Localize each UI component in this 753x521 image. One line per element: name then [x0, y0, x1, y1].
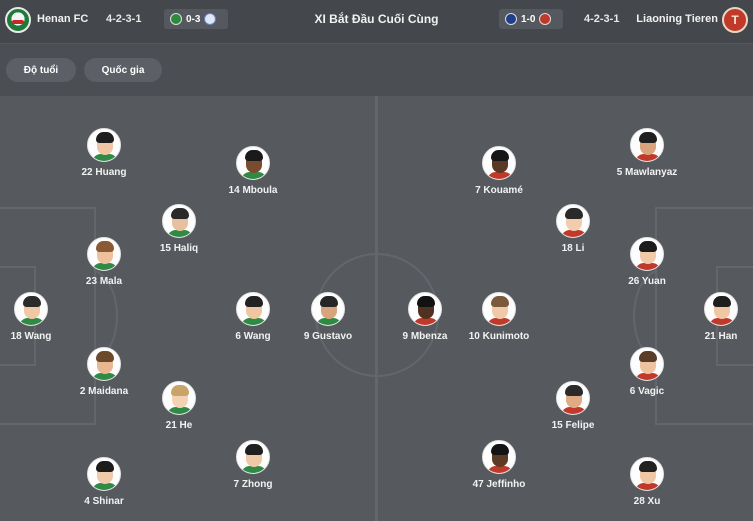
away-player[interactable]: 18 Li — [523, 204, 623, 254]
player-name: 47 Jeffinho — [472, 479, 526, 490]
player-photo-icon — [162, 204, 196, 238]
home-player[interactable]: 22 Huang — [54, 128, 154, 178]
away-player[interactable]: 21 Han — [671, 292, 753, 342]
player-photo-icon — [87, 128, 121, 162]
away-player[interactable]: 28 Xu — [597, 457, 697, 507]
player-photo-icon — [630, 347, 664, 381]
away-player[interactable]: 5 Mawlanyaz — [597, 128, 697, 178]
player-photo-icon — [408, 292, 442, 326]
player-photo-icon — [556, 381, 590, 415]
liaoning-logo-icon[interactable]: T — [722, 7, 748, 33]
player-photo-icon — [482, 146, 516, 180]
player-name: 9 Gustavo — [303, 331, 353, 342]
home-player[interactable]: 14 Mboula — [203, 146, 303, 196]
player-photo-icon — [630, 237, 664, 271]
away-player[interactable]: 15 Felipe — [523, 381, 623, 431]
home-player[interactable]: 18 Wang — [0, 292, 81, 342]
player-name: 18 Wang — [10, 331, 52, 342]
liaoning-mini-logo-icon — [539, 13, 552, 25]
player-photo-icon — [556, 204, 590, 238]
away-player[interactable]: 7 Kouamé — [449, 146, 549, 196]
player-name: 21 Han — [704, 331, 738, 342]
player-name: 26 Yuan — [628, 276, 666, 287]
player-photo-icon — [87, 347, 121, 381]
player-name: 22 Huang — [81, 167, 127, 178]
player-name: 21 He — [165, 420, 193, 431]
player-name: 28 Xu — [633, 496, 661, 507]
away-recent-score: 1-0 — [521, 13, 536, 25]
player-name: 7 Zhong — [233, 479, 273, 490]
pitch: 18 Wang 22 Huang 23 Mala 2 Maidana 4 Shinar 1… — [0, 96, 753, 521]
away-player[interactable]: 9 Mbenza — [375, 292, 475, 342]
home-player[interactable]: 4 Shinar — [54, 457, 154, 507]
player-photo-icon — [482, 440, 516, 474]
player-name: 14 Mboula — [228, 185, 278, 196]
player-photo-icon — [236, 440, 270, 474]
player-photo-icon — [482, 292, 516, 326]
player-photo-icon — [630, 128, 664, 162]
player-photo-icon — [704, 292, 738, 326]
player-name: 9 Mbenza — [402, 331, 448, 342]
lineup-screen: Henan FC 4-2-3-1 0-3 XI Bắt Đầu Cuối Cùn… — [0, 0, 753, 521]
away-formation: 4-2-3-1 — [584, 13, 620, 25]
player-photo-icon — [162, 381, 196, 415]
player-name: 15 Haliq — [159, 243, 199, 254]
player-photo-icon — [87, 457, 121, 491]
away-recent-match[interactable]: 1-0 — [499, 9, 563, 29]
player-name: 18 Li — [561, 243, 585, 254]
player-photo-icon — [236, 146, 270, 180]
away-team-name[interactable]: Liaoning Tieren — [636, 13, 718, 25]
player-photo-icon — [630, 457, 664, 491]
home-player[interactable]: 21 He — [129, 381, 229, 431]
filter-bar: Độ tuổi Quốc gia — [0, 44, 753, 96]
home-player[interactable]: 9 Gustavo — [278, 292, 378, 342]
player-photo-icon — [311, 292, 345, 326]
away-player[interactable]: 47 Jeffinho — [449, 440, 549, 490]
match-header: Henan FC 4-2-3-1 0-3 XI Bắt Đầu Cuối Cùn… — [0, 0, 753, 44]
age-filter-chip[interactable]: Độ tuổi — [6, 58, 76, 82]
player-name: 4 Shinar — [84, 496, 124, 507]
player-name: 5 Mawlanyaz — [616, 167, 678, 178]
home-player[interactable]: 15 Haliq — [129, 204, 229, 254]
player-photo-icon — [236, 292, 270, 326]
player-photo-icon — [87, 237, 121, 271]
player-name: 23 Mala — [85, 276, 123, 287]
opponent-mini-logo-icon — [505, 13, 517, 25]
player-photo-icon — [14, 292, 48, 326]
nation-filter-chip[interactable]: Quốc gia — [84, 58, 162, 82]
player-name: 15 Felipe — [551, 420, 595, 431]
home-player[interactable]: 7 Zhong — [203, 440, 303, 490]
player-name: 7 Kouamé — [475, 185, 523, 196]
